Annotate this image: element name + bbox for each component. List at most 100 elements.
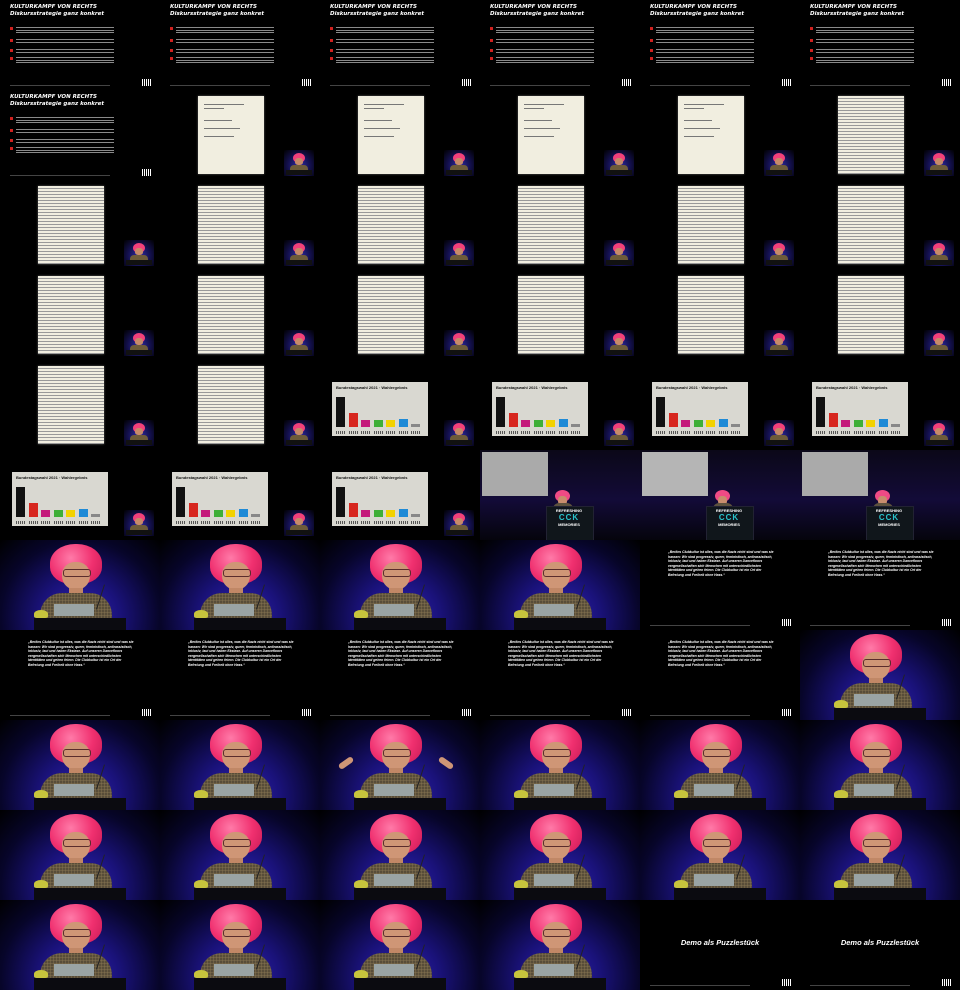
chart-bar-label: [91, 521, 100, 524]
chart-bar: [878, 419, 888, 427]
chart-bar: [706, 420, 715, 427]
doc-text-line: [684, 120, 712, 121]
qr-code-icon: [782, 619, 791, 626]
bullet-text-line: [336, 59, 434, 61]
chart-bar: [681, 420, 690, 427]
frame-24: [800, 270, 960, 360]
closeup-duck: [194, 970, 208, 978]
speaker-lect: [606, 170, 632, 175]
frame-42: „Berlins Clubkultur ist alles, was die N…: [800, 540, 960, 630]
event-logo: REFRESHING CCK MEMORIES: [869, 508, 909, 527]
chart-bar-label: [533, 431, 543, 434]
chart-bar: [558, 419, 568, 427]
closeup-gl: [863, 749, 891, 757]
bullet-marker: [810, 39, 813, 42]
speaker-thumbnail: [604, 330, 634, 356]
closeup-lect: [514, 888, 606, 900]
bullet-text-line: [16, 41, 114, 43]
bullet-marker: [650, 39, 653, 42]
frame-62: [160, 900, 320, 990]
frame-46: „Berlins Clubkultur ist alles, was die N…: [480, 630, 640, 720]
closeup-duck: [354, 970, 368, 978]
bullet-text-line: [16, 39, 114, 40]
speaker-face: [135, 428, 143, 435]
speaker-thumbnail: [764, 150, 794, 176]
bullet-marker: [10, 39, 13, 42]
qr-code-icon: [622, 79, 631, 86]
bullet-text-line: [176, 51, 274, 53]
bullet-text-line: [176, 39, 274, 40]
frame-1: KULTURKAMPF VON RECHTS Diskursstrategie g…: [0, 0, 160, 90]
chart-bar-label: [656, 431, 665, 434]
closeup-lap: [374, 604, 414, 616]
qr-code-icon: [462, 79, 471, 86]
contact-sheet: KULTURKAMPF VON RECHTS Diskursstrategie g…: [0, 0, 960, 990]
speaker-face: [775, 338, 783, 345]
bullet-marker: [810, 27, 813, 30]
bullet-text-line: [16, 147, 114, 148]
speaker-face: [455, 338, 463, 345]
speaker-lect: [766, 440, 792, 445]
chart-bar-label: [78, 521, 88, 524]
closeup-lap: [214, 964, 254, 976]
chart-bar-label: [373, 431, 383, 434]
document-page: [198, 96, 264, 174]
chart-bar-label: [693, 431, 703, 434]
frame-33: Bundestagswahl 2021 · Wahlergebnis: [320, 450, 480, 540]
frame-56: [160, 810, 320, 900]
chart-bar-label: [718, 431, 728, 434]
closeup-lap: [534, 964, 574, 976]
chart-bar: [718, 419, 728, 427]
closeup-lect: [34, 978, 126, 990]
closeup-duck: [514, 970, 528, 978]
slide-footer: [10, 175, 110, 176]
closeup-lap: [534, 784, 574, 796]
frame-15: [320, 180, 480, 270]
slide-title-line1: KULTURKAMPF VON RECHTS: [810, 4, 897, 10]
chart-bar-label: [681, 431, 690, 434]
bullet-text-line: [496, 57, 594, 58]
chart-bar-label: [398, 521, 408, 524]
chart-bar: [213, 510, 223, 517]
chart-bar: [78, 509, 88, 517]
closeup-duck: [674, 790, 688, 798]
speaker-face: [935, 428, 943, 435]
closeup-duck: [194, 610, 208, 618]
speaker-face: [935, 158, 943, 165]
chart-bar: [521, 420, 530, 427]
slide-footer: [170, 715, 270, 716]
speaker-closeup: [160, 720, 320, 810]
doc-text-line: [684, 104, 724, 105]
speaker-face: [615, 248, 623, 255]
speaker-thumbnail: [924, 420, 954, 446]
closeup-lap: [374, 964, 414, 976]
chart-bar: [496, 397, 505, 427]
speaker-face: [615, 338, 623, 345]
document-page: [358, 276, 424, 354]
chart-bar: [533, 420, 543, 427]
logo-main-text: CCK: [878, 513, 900, 522]
bullet-marker: [810, 49, 813, 52]
bullet-text-line: [16, 29, 114, 31]
frame-14: [160, 180, 320, 270]
speaker-closeup: [0, 810, 160, 900]
event-logo: REFRESHING CCK MEMORIES: [709, 508, 749, 527]
frame-51: [320, 720, 480, 810]
speaker-thumbnail: [284, 240, 314, 266]
chart-title: Bundestagswahl 2021 · Wahlergebnis: [656, 385, 728, 390]
closeup-lect: [194, 978, 286, 990]
bullet-text-line: [16, 149, 114, 151]
election-chart: Bundestagswahl 2021 · Wahlergebnis: [332, 472, 428, 526]
chart-bar-label: [386, 431, 395, 434]
slide-title-line2: Diskursstrategie ganz konkret: [650, 10, 745, 17]
document-page: [678, 186, 744, 264]
speaker-closeup: [160, 810, 320, 900]
chart-bar: [386, 510, 395, 517]
chart-bar: [373, 510, 383, 517]
speaker-thumbnail: [924, 240, 954, 266]
closeup-lap: [214, 784, 254, 796]
chart-bar-label: [66, 521, 75, 524]
closeup-lect: [194, 888, 286, 900]
chart-bar: [386, 420, 395, 427]
speaker-closeup: [800, 630, 960, 720]
